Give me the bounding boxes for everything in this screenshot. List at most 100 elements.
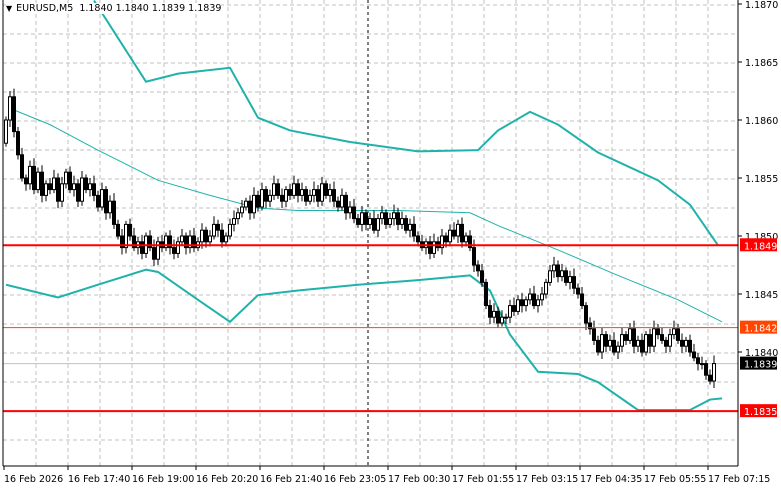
- candle: [568, 270, 572, 290]
- chart-header: ▼ EURUSD,M5 1.1840 1.1840 1.1839 1.1839: [6, 3, 222, 14]
- candle-body-bearish: [344, 194, 348, 214]
- candle-body-bullish: [636, 339, 640, 347]
- candle: [604, 331, 608, 352]
- candle: [68, 166, 72, 194]
- candle: [316, 184, 320, 207]
- candle-body-bearish: [664, 339, 668, 347]
- price-level-label: 1.1849: [744, 241, 777, 252]
- candle-body-bullish: [88, 183, 92, 191]
- candle-body-bullish: [448, 229, 452, 243]
- candle-body-bearish: [372, 218, 376, 231]
- candle-body-bullish: [360, 212, 364, 225]
- candle: [336, 196, 340, 212]
- candle-body-bullish: [100, 189, 104, 208]
- candle-body-bearish: [40, 171, 44, 196]
- candle: [220, 223, 224, 248]
- candle: [148, 230, 152, 252]
- candle-body-bearish: [68, 171, 72, 191]
- price-chart[interactable]: 1.18701.18651.18601.18551.18501.18451.18…: [0, 0, 781, 489]
- candle-body-bearish: [592, 328, 596, 341]
- candle: [608, 334, 612, 351]
- candle: [228, 218, 232, 240]
- candle: [384, 209, 388, 230]
- candle: [132, 227, 136, 252]
- candle-body-bearish: [32, 165, 36, 191]
- candle-body-bearish: [256, 194, 260, 208]
- candle-body-bullish: [348, 206, 352, 214]
- time-tick-label: 17 Feb 00:30: [388, 474, 450, 485]
- chart-window[interactable]: 1.1870 1.1865 1.1860 1.1855 1.1850 1.1845 1.18…: [0, 0, 781, 489]
- candle-body-bearish: [688, 339, 692, 353]
- candle-body-bearish: [428, 241, 432, 254]
- candle-body-bearish: [632, 328, 636, 347]
- candle-body-bearish: [352, 206, 356, 220]
- candle-body-bullish: [180, 235, 184, 243]
- candle: [528, 288, 532, 305]
- candle-body-bullish: [368, 218, 372, 225]
- candle-body-bullish: [600, 334, 604, 353]
- candle: [320, 176, 324, 206]
- candle: [88, 178, 92, 197]
- candle-body-bullish: [252, 194, 256, 214]
- candle-body-bullish: [408, 223, 412, 231]
- candle-body-bearish: [128, 223, 132, 237]
- collapse-triangle-icon[interactable]: ▼: [6, 4, 12, 13]
- candle: [328, 183, 332, 203]
- candle-body-bearish: [20, 154, 24, 179]
- candle-body-bearish: [12, 96, 16, 133]
- candle-body-bullish: [52, 177, 56, 191]
- candle-body-bullish: [284, 189, 288, 202]
- price-tick-label: 1.1870: [745, 0, 778, 11]
- candle-body-bearish: [24, 177, 28, 185]
- candle-body-bullish: [628, 328, 632, 341]
- candle: [56, 173, 60, 209]
- candle-body-bearish: [264, 189, 268, 202]
- candle: [524, 296, 528, 312]
- candle-body-bullish: [300, 189, 304, 196]
- candle-body-bearish: [496, 310, 500, 324]
- candle: [180, 229, 184, 246]
- candle: [248, 195, 252, 220]
- candle-body-bearish: [656, 328, 660, 336]
- candle: [456, 219, 460, 243]
- candle: [4, 116, 8, 147]
- candle: [244, 197, 248, 211]
- candle-body-bullish: [200, 229, 204, 243]
- candle: [400, 211, 404, 230]
- candle-body-bearish: [676, 328, 680, 341]
- candle: [520, 292, 524, 313]
- candle: [236, 208, 240, 225]
- candle-body-bullish: [292, 183, 296, 196]
- candle-body-bullish: [508, 305, 512, 318]
- candle-body-bullish: [64, 171, 68, 185]
- ohlc-open: 1.1840: [79, 3, 113, 14]
- candle: [260, 182, 264, 211]
- candle: [124, 220, 128, 254]
- candle: [344, 191, 348, 220]
- candle-body-bullish: [240, 206, 244, 214]
- candle: [112, 193, 116, 230]
- candle-body-bearish: [612, 339, 616, 353]
- candle-body-bullish: [60, 183, 64, 202]
- candle: [216, 219, 220, 238]
- candle: [308, 189, 312, 205]
- price-level-label: 1.1842: [744, 324, 777, 335]
- candle: [668, 328, 672, 352]
- candle-body-bearish: [276, 183, 280, 196]
- candle-body-bullish: [272, 183, 276, 196]
- candle-body-bullish: [80, 177, 84, 202]
- candle-body-bullish: [388, 218, 392, 225]
- candle-body-bullish: [672, 328, 676, 336]
- candle-body-bearish: [520, 299, 524, 307]
- candle-body-bearish: [576, 287, 580, 295]
- candle-body-bearish: [412, 223, 416, 237]
- candle: [404, 215, 408, 234]
- candle-body-bearish: [604, 334, 608, 347]
- candle: [140, 234, 144, 260]
- candle-body-bearish: [444, 235, 448, 243]
- candle-body-bearish: [580, 293, 584, 307]
- candle: [252, 187, 256, 219]
- ohlc-close: 1.1839: [188, 3, 222, 14]
- candle: [484, 278, 488, 310]
- candle: [628, 323, 632, 344]
